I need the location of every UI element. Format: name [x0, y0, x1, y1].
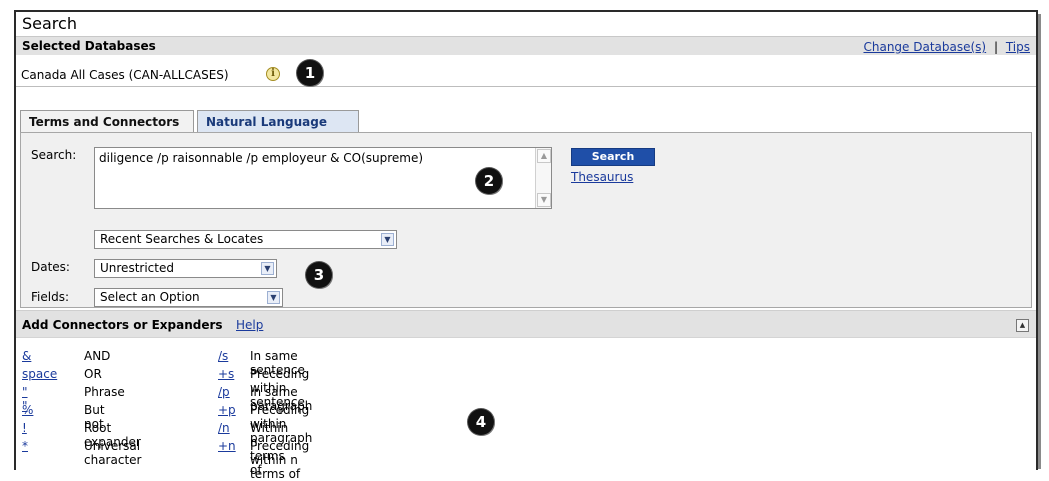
links-separator: |: [993, 40, 998, 54]
connector-symbol[interactable]: !: [22, 421, 27, 435]
connector-name: Universal character: [84, 439, 142, 467]
connectors-list: & AND /s In same sentence space OR +s Pr…: [22, 12, 622, 481]
search-page: Search Selected Databases Change Databas…: [14, 10, 1038, 481]
callout-4: 4: [468, 409, 494, 435]
connector-symbol[interactable]: /p: [218, 385, 230, 399]
change-databases-link[interactable]: Change Database(s): [863, 40, 986, 54]
connector-symbol[interactable]: /s: [218, 349, 228, 363]
collapse-icon[interactable]: ▲: [1016, 319, 1029, 332]
header-links: Change Database(s) | Tips: [863, 40, 1030, 54]
connector-symbol[interactable]: %: [22, 403, 33, 417]
connector-symbol[interactable]: /n: [218, 421, 230, 435]
connector-symbol[interactable]: *: [22, 439, 28, 453]
connector-symbol[interactable]: +p: [218, 403, 236, 417]
tips-link[interactable]: Tips: [1006, 40, 1030, 54]
connector-name: AND: [84, 349, 111, 363]
connector-symbol[interactable]: +s: [218, 367, 234, 381]
connector-symbol[interactable]: +n: [218, 439, 236, 453]
connector-name: Phrase: [84, 385, 125, 399]
connector-symbol[interactable]: &: [22, 349, 31, 363]
connector-name: OR: [84, 367, 102, 381]
connector-name: Preceding within n terms of: [250, 439, 310, 481]
connector-symbol[interactable]: space: [22, 367, 57, 381]
